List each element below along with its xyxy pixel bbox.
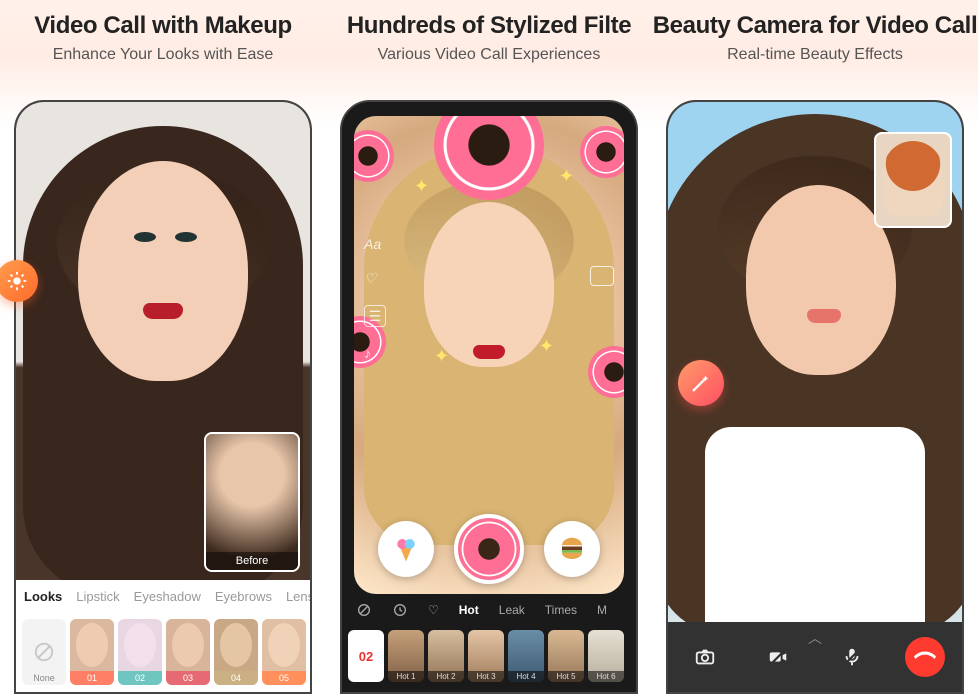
end-call-button[interactable]: [905, 637, 945, 677]
before-preview[interactable]: Before: [204, 432, 300, 572]
screenshot-panel-1: Video Call with Makeup Enhance Your Look…: [0, 0, 326, 694]
before-label: Before: [206, 552, 298, 570]
panel3-subtitle: Real-time Beauty Effects: [652, 46, 978, 64]
call-controls: ︿: [668, 622, 962, 692]
filter-categories: ♡ Hot Leak Times M: [342, 594, 636, 626]
look-02[interactable]: 02: [118, 619, 162, 685]
editor-side-tools: Aa ♡ ☰ ♪: [364, 236, 386, 361]
phone-icon: [914, 646, 936, 668]
beauty-wand-button[interactable]: [678, 360, 724, 406]
filter-icecream[interactable]: [378, 521, 434, 577]
cat-hot[interactable]: Hot: [459, 603, 479, 617]
hot-3[interactable]: Hot 3: [468, 630, 504, 682]
hot-6[interactable]: Hot 6: [588, 630, 624, 682]
filter-carousel: [354, 514, 624, 584]
hot-thumbnails: 02 Hot 1 Hot 2 Hot 3 Hot 4 Hot 5 Hot 6: [342, 626, 636, 692]
icecream-icon: [391, 534, 421, 564]
cat-m[interactable]: M: [597, 603, 607, 617]
panel3-phone: ︿: [666, 100, 964, 694]
tab-eyebrows[interactable]: Eyebrows: [215, 589, 272, 604]
tab-lens[interactable]: Lens: [286, 589, 312, 604]
panel3-title: Beauty Camera for Video Call: [652, 0, 978, 40]
filter-donut-selected[interactable]: [454, 514, 524, 584]
panel1-subtitle: Enhance Your Looks with Ease: [0, 46, 326, 64]
self-view-pip[interactable]: [874, 132, 952, 228]
gear-icon: [6, 270, 28, 292]
panel1-phone: Before Looks Lipstick Eyeshadow Eyebrows…: [14, 100, 312, 694]
tab-lipstick[interactable]: Lipstick: [76, 589, 119, 604]
mic-off-icon: [841, 646, 863, 668]
wand-icon: [690, 372, 712, 394]
video-off-icon: [767, 646, 789, 668]
mic-off-button[interactable]: [832, 637, 872, 677]
heart-icon[interactable]: ♡: [364, 270, 386, 287]
hot-4[interactable]: Hot 4: [508, 630, 544, 682]
panel2-title: Hundreds of Stylized Filte: [326, 0, 652, 40]
camera-icon: [694, 646, 716, 668]
screenshot-panel-2: Hundreds of Stylized Filte Various Video…: [326, 0, 652, 694]
chevron-up-icon[interactable]: ︿: [808, 628, 822, 648]
panel1-title: Video Call with Makeup: [0, 0, 326, 40]
cat-times[interactable]: Times: [545, 603, 577, 617]
look-04[interactable]: 04: [214, 619, 258, 685]
hot-5[interactable]: Hot 5: [548, 630, 584, 682]
text-tool[interactable]: Aa: [364, 236, 386, 252]
makeup-tabs: Looks Lipstick Eyeshadow Eyebrows Lens: [16, 580, 310, 612]
donut-icon: [354, 130, 394, 182]
look-01[interactable]: 01: [70, 619, 114, 685]
music-icon[interactable]: ♪: [364, 345, 386, 361]
look-03[interactable]: 03: [166, 619, 210, 685]
screenshot-panel-3: Beauty Camera for Video Call Real-time B…: [652, 0, 978, 694]
sticker-icon[interactable]: ☰: [364, 305, 386, 327]
tab-eyeshadow[interactable]: Eyeshadow: [134, 589, 201, 604]
panel2-subtitle: Various Video Call Experiences: [326, 46, 652, 64]
hot-date-badge[interactable]: 02: [348, 630, 384, 682]
look-05[interactable]: 05: [262, 619, 306, 685]
hot-2[interactable]: Hot 2: [428, 630, 464, 682]
donut-icon: [580, 126, 624, 178]
hot-1[interactable]: Hot 1: [388, 630, 424, 682]
video-off-button[interactable]: [758, 637, 798, 677]
cat-leak[interactable]: Leak: [499, 603, 525, 617]
filter-burger[interactable]: [544, 521, 600, 577]
camera-flip-icon[interactable]: [590, 266, 614, 286]
switch-camera-button[interactable]: [685, 637, 725, 677]
burger-icon: [557, 534, 587, 564]
history-icon[interactable]: [392, 602, 408, 618]
none-icon[interactable]: [356, 602, 372, 618]
favorite-icon[interactable]: ♡: [428, 603, 439, 617]
tab-looks[interactable]: Looks: [24, 589, 62, 604]
looks-thumbnails: None 01 02 03 04 05: [16, 612, 310, 692]
look-none[interactable]: None: [22, 619, 66, 685]
panel2-phone: ✦ ✦ ✦ ✦ Aa ♡ ☰ ♪: [340, 100, 638, 694]
filter-preview: ✦ ✦ ✦ ✦ Aa ♡ ☰ ♪: [354, 116, 624, 594]
